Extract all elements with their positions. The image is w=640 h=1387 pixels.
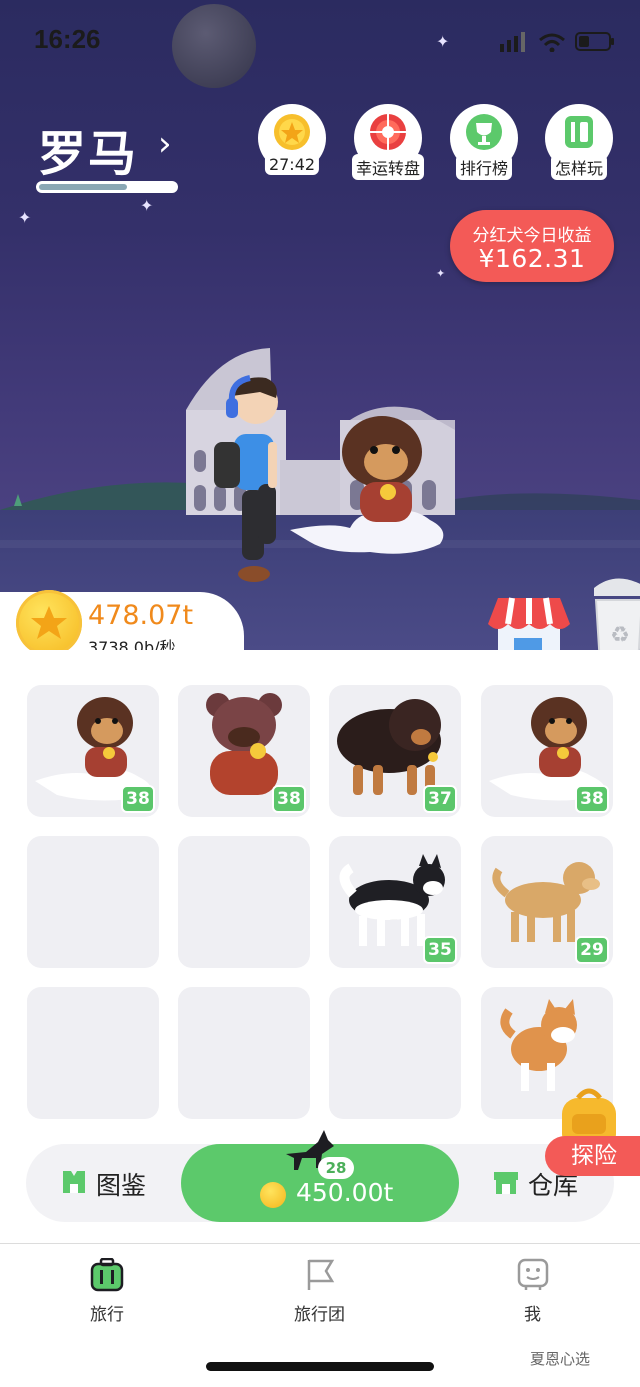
tab-travel[interactable]: 旅行 xyxy=(76,1256,136,1325)
watermark: 夏恩心选 xyxy=(530,1350,591,1368)
explore-button[interactable]: 探险 xyxy=(545,1136,640,1176)
leaderboard-label: 排行榜 xyxy=(455,154,513,180)
dividend-earnings-button[interactable]: 分红犬今日收益 ¥162.31 xyxy=(450,210,614,282)
pet-slot[interactable]: 38 xyxy=(178,685,310,817)
travel-scene: ✦ ✦ ✦ ✦ xyxy=(0,0,640,650)
lucky-wheel-label: 幸运转盘 xyxy=(351,154,425,180)
home-indicator[interactable] xyxy=(206,1362,434,1371)
buy-pet-level: 28 xyxy=(318,1157,354,1179)
empty-pet-slot[interactable] xyxy=(27,987,159,1119)
book-icon xyxy=(565,116,593,148)
moon xyxy=(172,4,256,88)
flag-icon xyxy=(307,1259,335,1290)
pet-slot[interactable]: 35 xyxy=(329,836,461,968)
pet-level-badge: 37 xyxy=(423,785,457,813)
wheel-icon xyxy=(370,114,406,150)
svg-text:♻: ♻ xyxy=(610,623,630,648)
tree xyxy=(60,470,80,530)
trophy-icon xyxy=(466,114,502,150)
city-progress-fill xyxy=(39,184,127,190)
pet-level-badge: 38 xyxy=(575,785,609,813)
pet-level-badge: 38 xyxy=(272,785,306,813)
timer-bonus-button[interactable]: 27:42 xyxy=(258,104,326,175)
empty-pet-slot[interactable] xyxy=(329,987,461,1119)
codex-label[interactable]: 图鉴 xyxy=(96,1166,146,1202)
signal-icon xyxy=(500,32,525,52)
face-icon xyxy=(517,1258,549,1290)
chevron-right-icon[interactable]: › xyxy=(158,124,172,164)
timer-label: 27:42 xyxy=(264,154,320,175)
tab-me[interactable]: 我 xyxy=(510,1256,556,1325)
pet-slot[interactable]: 29 xyxy=(481,836,613,968)
tab-me-label: 我 xyxy=(524,1305,541,1325)
pet-slot[interactable]: 38 xyxy=(27,685,159,817)
traveler-character xyxy=(214,375,278,582)
empty-pet-slot[interactable] xyxy=(178,836,310,968)
star-icon: ✦ xyxy=(436,267,446,280)
pet-level-badge: 29 xyxy=(575,936,609,964)
battery-icon xyxy=(575,32,614,51)
pet-level-badge: 38 xyxy=(121,785,155,813)
star-icon: ✦ xyxy=(140,196,154,215)
tab-travel-group-label: 旅行团 xyxy=(294,1305,345,1325)
warehouse-icon[interactable] xyxy=(492,1170,520,1196)
coin-icon xyxy=(260,1182,286,1208)
empty-pet-slot[interactable] xyxy=(27,836,159,968)
how-to-play-label: 怎样玩 xyxy=(550,154,608,180)
leaderboard-button[interactable]: 排行榜 xyxy=(450,104,518,180)
codex-icon[interactable] xyxy=(60,1168,88,1196)
status-time: 16:26 xyxy=(34,24,101,54)
star-icon: ✦ xyxy=(436,32,450,51)
pet-level-badge: 35 xyxy=(423,936,457,964)
mastiff-on-cloud xyxy=(290,416,444,554)
pet-slot[interactable]: 37 xyxy=(329,685,461,817)
lucky-wheel-button[interactable]: 幸运转盘 xyxy=(351,104,425,180)
gold-coin-star-icon xyxy=(274,114,310,150)
pet-slot[interactable]: 38 xyxy=(481,685,613,817)
tab-travel-label: 旅行 xyxy=(90,1305,124,1325)
status-icons xyxy=(500,32,614,52)
dividend-amount: ¥162.31 xyxy=(478,244,586,273)
suitcase-icon xyxy=(90,1258,124,1292)
tab-travel-group[interactable]: 旅行团 xyxy=(288,1256,354,1325)
buy-pet-price: 450.00t xyxy=(296,1178,394,1207)
wifi-icon xyxy=(539,33,565,52)
city-name[interactable]: 罗马 xyxy=(38,114,138,184)
coin-balance: 478.07t xyxy=(88,600,194,631)
how-to-play-button[interactable]: 怎样玩 xyxy=(545,104,613,180)
star-icon: ✦ xyxy=(18,208,32,227)
empty-pet-slot[interactable] xyxy=(178,987,310,1119)
dividend-title: 分红犬今日收益 xyxy=(472,226,592,246)
coin-star-icon xyxy=(16,590,82,656)
